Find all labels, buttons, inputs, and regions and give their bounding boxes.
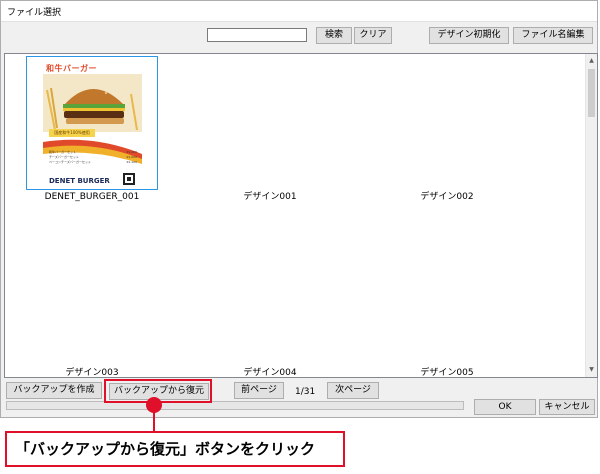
design-grid: 和牛バーガー 国産和牛100%使用 和牛バーガーセット ¥1,200 チーズバーガ… xyxy=(4,53,598,378)
ok-button[interactable]: OK xyxy=(474,399,536,415)
next-page-button[interactable]: 次ページ xyxy=(327,382,379,399)
create-backup-button[interactable]: バックアップを作成 xyxy=(6,382,102,399)
cancel-button[interactable]: キャンセル xyxy=(539,399,595,415)
scroll-thumb[interactable] xyxy=(588,69,595,117)
design-label[interactable]: デザイン003 xyxy=(12,367,172,379)
file-select-dialog: ファイル選択 検索 クリア デザイン初期化 ファイル名編集 和牛バーガー 国産和… xyxy=(0,0,598,418)
vertical-scrollbar[interactable]: ▲ ▼ xyxy=(585,54,597,377)
design-label[interactable]: デザイン004 xyxy=(190,367,350,379)
poster-menu-row: ベーコンチーズバーガーセット ¥1,100 xyxy=(49,160,137,164)
search-button[interactable]: 検索 xyxy=(316,27,352,44)
design-label[interactable]: デザイン005 xyxy=(367,367,527,379)
design-label[interactable]: デザイン002 xyxy=(367,191,527,203)
qr-code-icon xyxy=(123,173,135,185)
poster-price-banner: 国産和牛100%使用 xyxy=(49,129,95,137)
poster-brand: DENET BURGER xyxy=(49,177,110,185)
window-title: ファイル選択 xyxy=(7,8,62,18)
burger-image xyxy=(43,60,142,186)
poster-headline: 和牛バーガー xyxy=(46,64,97,73)
page-indicator: 1/31 xyxy=(295,387,316,397)
design-label[interactable]: デザイン001 xyxy=(190,191,350,203)
design-label[interactable]: DENET_BURGER_001 xyxy=(12,191,172,203)
prev-page-button[interactable]: 前ページ xyxy=(234,382,284,399)
thumbnail-selected[interactable]: 和牛バーガー 国産和牛100%使用 和牛バーガーセット ¥1,200 チーズバーガ… xyxy=(26,56,158,190)
poster-preview: 和牛バーガー 国産和牛100%使用 和牛バーガーセット ¥1,200 チーズバーガ… xyxy=(43,60,142,186)
rename-file-button[interactable]: ファイル名編集 xyxy=(513,27,593,44)
poster-menu: 和牛バーガーセット ¥1,200 チーズバーガーセット ¥1,000 ベーコンチーズ… xyxy=(49,150,137,165)
annotation-dot-icon xyxy=(146,397,162,413)
search-input[interactable] xyxy=(207,28,307,42)
clear-button[interactable]: クリア xyxy=(354,27,392,44)
annotation-label: 「バックアップから復元」ボタンをクリック xyxy=(5,431,345,467)
scroll-down-icon[interactable]: ▼ xyxy=(586,364,597,376)
title-bar: ファイル選択 xyxy=(1,1,597,22)
scroll-up-icon[interactable]: ▲ xyxy=(586,55,597,67)
reset-design-button[interactable]: デザイン初期化 xyxy=(429,27,509,44)
progress-bar xyxy=(6,401,464,410)
